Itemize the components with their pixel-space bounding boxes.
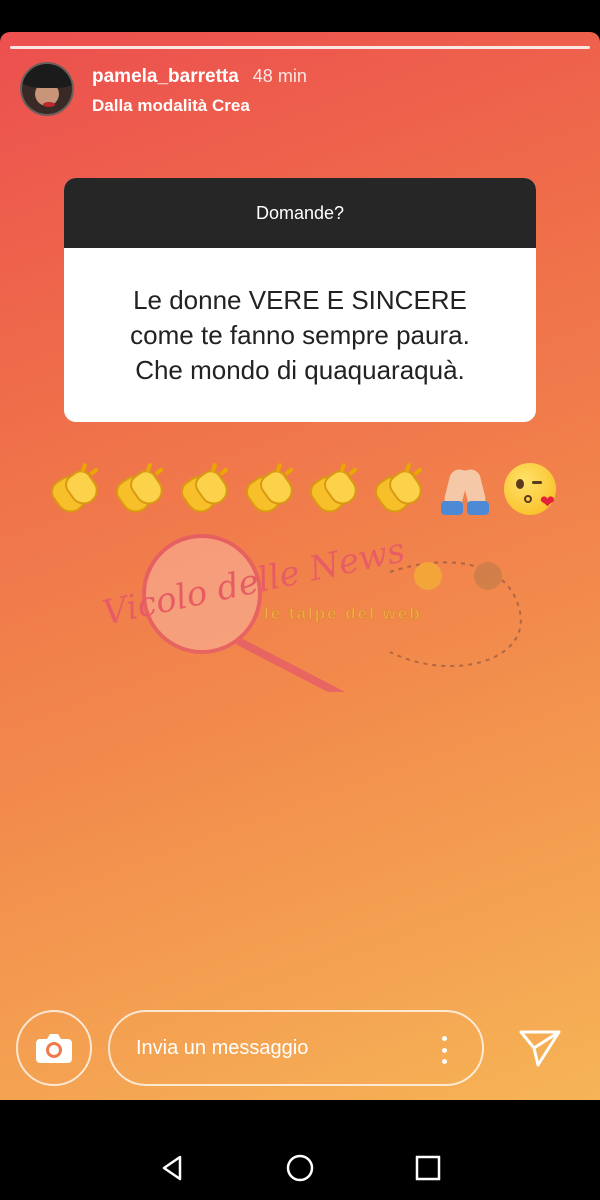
more-options-icon[interactable]	[442, 1036, 448, 1064]
username[interactable]: pamela_barretta	[92, 66, 239, 88]
avatar[interactable]	[20, 62, 74, 116]
camera-button[interactable]	[16, 1010, 92, 1086]
post-time: 48 min	[252, 66, 307, 86]
story-header: pamela_barretta 48 min Dalla modalità Cr…	[20, 62, 307, 116]
progress-segment	[10, 46, 590, 49]
question-sticker-header: Domande?	[64, 178, 536, 248]
watermark: Vicolo delle News le talpe del web	[90, 530, 530, 704]
home-icon[interactable]	[280, 1148, 320, 1188]
clapping-hands-icon	[46, 461, 104, 519]
story-subtitle[interactable]: Dalla modalità Crea	[92, 96, 307, 116]
answer-line: come te fanno sempre paura.	[130, 319, 470, 350]
emoji-row: ❤	[46, 460, 558, 519]
clapping-hands-icon	[305, 461, 363, 519]
watermark-secondary: le talpe del web	[264, 604, 422, 624]
question-answer: Le donne VERE E SINCERE come te fanno se…	[64, 248, 536, 422]
folded-hands-icon	[437, 461, 493, 517]
send-button[interactable]	[514, 1022, 566, 1074]
avatar-hat	[22, 64, 72, 88]
story-progress-bar	[10, 46, 590, 49]
message-placeholder: Invia un messaggio	[136, 1036, 309, 1059]
reply-bar: Invia un messaggio	[0, 1004, 600, 1100]
answer-line: Le donne VERE E SINCERE	[133, 284, 467, 315]
face-blowing-kiss-icon: ❤	[502, 461, 558, 517]
avatar-lips	[43, 102, 55, 107]
system-nav-bar	[0, 1100, 600, 1200]
recents-icon[interactable]	[408, 1148, 448, 1188]
paper-plane-icon	[519, 1030, 561, 1067]
question-sticker: Domande? Le donne VERE E SINCERE come te…	[64, 178, 536, 422]
message-input[interactable]: Invia un messaggio	[108, 1010, 484, 1086]
clapping-hands-icon	[370, 461, 428, 519]
camera-icon	[36, 1034, 72, 1063]
clapping-hands-icon	[176, 461, 234, 519]
clapping-hands-icon	[240, 461, 299, 519]
back-icon[interactable]	[152, 1148, 192, 1188]
answer-line: Che mondo di quaquaraquà.	[135, 354, 465, 385]
story-viewer[interactable]: pamela_barretta 48 min Dalla modalità Cr…	[0, 32, 600, 1100]
story-meta: pamela_barretta 48 min Dalla modalità Cr…	[92, 66, 307, 116]
clapping-hands-icon	[111, 461, 169, 519]
